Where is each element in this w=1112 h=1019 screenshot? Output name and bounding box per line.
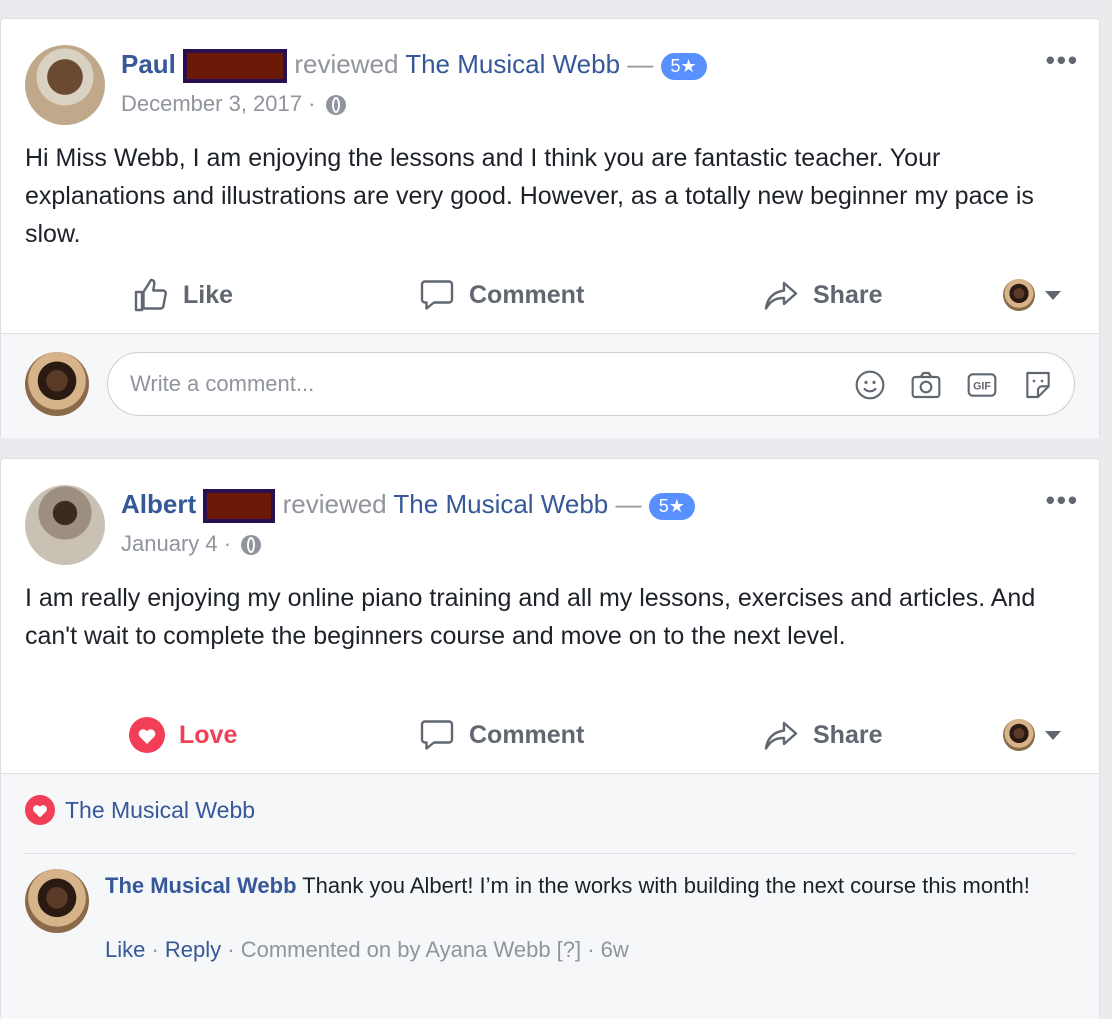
comment-placeholder: Write a comment... bbox=[130, 371, 315, 396]
meta-separator: · bbox=[145, 937, 165, 962]
write-comment-area: Write a comment... GIF bbox=[1, 334, 1099, 438]
share-label: Share bbox=[813, 720, 883, 749]
redacted-surname bbox=[203, 489, 276, 524]
reply-link[interactable]: Reply bbox=[165, 937, 221, 962]
comment-label: Comment bbox=[469, 720, 585, 749]
review-text: Hi Miss Webb, I am enjoying the lessons … bbox=[25, 144, 1034, 248]
comment-button[interactable]: Comment bbox=[419, 705, 584, 765]
love-heart-icon bbox=[25, 795, 55, 825]
comment-label: Comment bbox=[469, 280, 585, 309]
emoji-icon[interactable] bbox=[854, 369, 886, 401]
more-dots-icon[interactable]: ••• bbox=[1046, 45, 1079, 76]
share-arrow-icon bbox=[764, 281, 798, 310]
globe-icon[interactable] bbox=[325, 95, 346, 116]
post-timestamp: January 4 · bbox=[121, 531, 262, 557]
reviewed-text: reviewed bbox=[282, 489, 387, 519]
chevron-down-icon bbox=[1045, 730, 1061, 740]
gif-icon[interactable]: GIF bbox=[966, 369, 998, 401]
post-actions: Love Comment Share bbox=[1, 705, 1099, 765]
identity-avatar bbox=[1003, 719, 1035, 751]
page-reply: The Musical Webb Thank you Albert! I’m i… bbox=[105, 869, 1059, 902]
rating-badge[interactable]: 5★ bbox=[660, 52, 707, 80]
page-name-link[interactable]: The Musical Webb bbox=[393, 489, 608, 519]
share-button[interactable]: Share bbox=[763, 705, 882, 765]
chevron-down-icon bbox=[1045, 290, 1061, 300]
share-button[interactable]: Share bbox=[763, 265, 882, 325]
redacted-surname bbox=[183, 49, 288, 84]
identity-avatar bbox=[1003, 279, 1035, 311]
share-arrow-icon bbox=[764, 721, 798, 750]
post-timestamp: December 3, 2017 · bbox=[121, 91, 346, 117]
author-name-link[interactable]: Paul bbox=[121, 49, 176, 79]
reply-message: Thank you Albert! I’m in the works with … bbox=[302, 873, 1030, 898]
reply-author-link[interactable]: The Musical Webb bbox=[105, 873, 297, 898]
post-header: Albert reviewed The Musical Webb — 5★ bbox=[121, 489, 695, 524]
like-label: Like bbox=[183, 280, 234, 309]
thumbs-up-icon bbox=[134, 278, 167, 312]
reaction-summary[interactable]: The Musical Webb bbox=[25, 795, 255, 825]
review-post-card: Paul reviewed The Musical Webb — 5★ Dece… bbox=[0, 18, 1100, 438]
reactor-name[interactable]: The Musical Webb bbox=[65, 797, 255, 824]
comment-button[interactable]: Comment bbox=[419, 265, 584, 325]
my-avatar bbox=[25, 352, 89, 416]
more-dots-icon[interactable]: ••• bbox=[1046, 485, 1079, 516]
dash-separator: — bbox=[627, 49, 654, 79]
page-name-link[interactable]: The Musical Webb bbox=[405, 49, 620, 79]
love-label: Love bbox=[179, 720, 238, 749]
love-heart-icon bbox=[129, 717, 165, 753]
camera-icon[interactable] bbox=[910, 369, 942, 401]
comment-bubble-icon bbox=[420, 280, 454, 310]
identity-chooser[interactable] bbox=[1003, 279, 1061, 311]
post-header: Paul reviewed The Musical Webb — 5★ bbox=[121, 49, 707, 84]
dash-separator: — bbox=[615, 489, 642, 519]
comment-input[interactable]: Write a comment... GIF bbox=[107, 352, 1075, 416]
reply-meta: Like · Reply · Commented on by Ayana Web… bbox=[105, 937, 629, 963]
reviewed-text: reviewed bbox=[294, 49, 399, 79]
identity-chooser[interactable] bbox=[1003, 719, 1061, 751]
post-date[interactable]: January 4 · bbox=[121, 531, 231, 556]
review-post-card: Albert reviewed The Musical Webb — 5★ Ja… bbox=[0, 458, 1100, 1019]
post-actions: Like Comment Share bbox=[1, 265, 1099, 325]
commenter-avatar[interactable] bbox=[25, 869, 89, 933]
post-date[interactable]: December 3, 2017 · bbox=[121, 91, 315, 116]
comment-bubble-icon bbox=[420, 720, 454, 750]
globe-icon[interactable] bbox=[241, 535, 262, 556]
love-button[interactable]: Love bbox=[129, 705, 237, 765]
rating-badge[interactable]: 5★ bbox=[648, 492, 695, 520]
author-name-link[interactable]: Albert bbox=[121, 489, 196, 519]
reply-like-link[interactable]: Like bbox=[105, 937, 145, 962]
like-button[interactable]: Like bbox=[133, 265, 233, 325]
reply-meta-text: · Commented on by Ayana Webb [?] · 6w bbox=[221, 937, 629, 962]
author-avatar[interactable] bbox=[25, 45, 105, 125]
review-text: I am really enjoying my online piano tra… bbox=[25, 584, 1036, 650]
author-avatar[interactable] bbox=[25, 485, 105, 565]
divider bbox=[25, 853, 1075, 854]
sticker-icon[interactable] bbox=[1022, 369, 1054, 401]
share-label: Share bbox=[813, 280, 883, 309]
svg-text:GIF: GIF bbox=[973, 381, 991, 393]
